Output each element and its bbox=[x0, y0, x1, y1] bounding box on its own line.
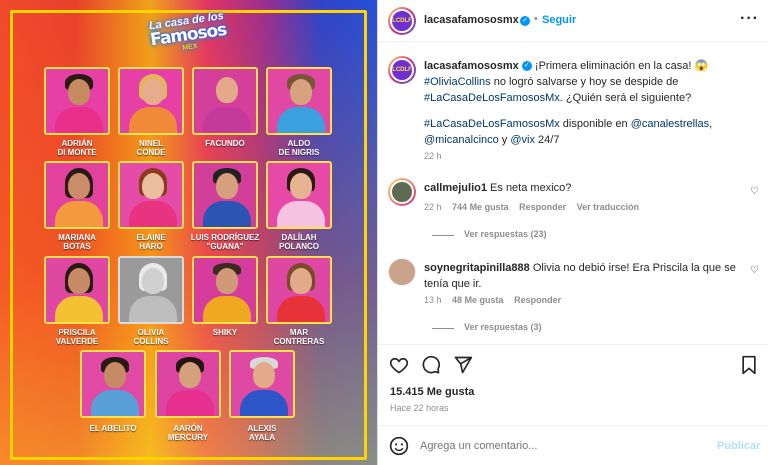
contestant-photo bbox=[118, 161, 184, 229]
hashtag-link[interactable]: #LaCasaDeLosFamososMx bbox=[424, 118, 560, 130]
comment-composer: Publicar bbox=[378, 425, 768, 465]
post-sidebar: LCDLF lacasafamososmx ✓ • Seguir ··· LCD… bbox=[377, 0, 768, 465]
comment-like-heart-icon[interactable]: ♡ bbox=[750, 265, 759, 276]
comment-like-heart-icon[interactable]: ♡ bbox=[750, 186, 759, 197]
comment-likes[interactable]: 744 Me gusta bbox=[452, 202, 509, 212]
contestant-photo bbox=[80, 350, 146, 418]
hashtag-link[interactable]: #LaCasaDeLosFamososMx bbox=[424, 92, 560, 104]
share-send-icon[interactable] bbox=[453, 355, 473, 375]
contestant-name: ALDO DE NIGRIS bbox=[278, 139, 320, 157]
comment-time[interactable]: 22 h bbox=[424, 202, 442, 212]
comment: callmejulio1 Es neta mexico? bbox=[424, 180, 740, 196]
contestant-photo bbox=[192, 256, 258, 324]
contestant-name: DALÍLAH POLANCO bbox=[279, 233, 319, 251]
reply-button[interactable]: Responder bbox=[514, 295, 561, 305]
save-bookmark-icon[interactable] bbox=[740, 355, 758, 375]
replies-divider bbox=[432, 328, 454, 329]
comment-meta: 13 h 48 Me gusta Responder bbox=[424, 295, 561, 305]
contestant-photo bbox=[266, 67, 332, 135]
contestant-photo bbox=[229, 350, 295, 418]
comment-avatar[interactable] bbox=[388, 258, 416, 286]
replies-divider bbox=[432, 235, 454, 236]
comment-input[interactable] bbox=[420, 436, 700, 456]
comment-meta: 22 h 744 Me gusta Responder Ver traducci… bbox=[424, 202, 639, 212]
comment-icon[interactable] bbox=[421, 355, 441, 375]
post-actions bbox=[378, 344, 768, 384]
eliminated-contestant-photo bbox=[118, 256, 184, 324]
verified-badge-icon: ✓ bbox=[521, 61, 532, 72]
reply-button[interactable]: Responder bbox=[519, 202, 566, 212]
follow-button[interactable]: Seguir bbox=[542, 14, 576, 26]
mention-link[interactable]: @micanalcinco bbox=[424, 134, 499, 146]
post-caption: lacasafamososmx ✓ ¡Primera eliminación e… bbox=[424, 60, 713, 146]
contestant-photo bbox=[44, 67, 110, 135]
comment-username[interactable]: callmejulio1 bbox=[424, 182, 487, 194]
comment-username[interactable]: soynegritapinilla888 bbox=[424, 262, 530, 274]
caption-timestamp[interactable]: 22 h bbox=[424, 151, 442, 161]
post-header: LCDLF lacasafamososmx ✓ • Seguir ··· bbox=[378, 0, 768, 42]
comment-time[interactable]: 13 h bbox=[424, 295, 442, 305]
verified-badge-icon: ✓ bbox=[520, 16, 530, 26]
comment: soynegritapinilla888 Olivia no debió irs… bbox=[424, 260, 740, 292]
hashtag-link[interactable]: #OliviaCollins bbox=[424, 76, 491, 88]
likes-count[interactable]: 15.415 Me gusta bbox=[390, 386, 474, 398]
contestant-name: EL ABELITO bbox=[89, 424, 137, 433]
comment-text: Es neta mexico? bbox=[490, 182, 572, 194]
caption-avatar[interactable]: LCDLF bbox=[388, 56, 416, 84]
view-replies-button[interactable]: Ver respuestas (3) bbox=[464, 322, 542, 332]
contestant-photo bbox=[155, 350, 221, 418]
contestant-photo bbox=[118, 67, 184, 135]
mention-link[interactable]: @canalestrellas bbox=[631, 118, 709, 130]
translate-button[interactable]: Ver traducción bbox=[577, 202, 640, 212]
contestant-photo bbox=[44, 161, 110, 229]
publish-button[interactable]: Publicar bbox=[717, 440, 760, 452]
contestant-photo bbox=[192, 67, 258, 135]
view-replies-button[interactable]: Ver respuestas (23) bbox=[464, 229, 547, 239]
contestant-photo bbox=[266, 161, 332, 229]
header-separator: • bbox=[534, 13, 538, 25]
post-image[interactable]: La casa de los Famosos MEX ADRIÁN DI MONT… bbox=[0, 0, 377, 465]
more-horizontal-icon[interactable]: ··· bbox=[740, 10, 759, 28]
post-time-ago[interactable]: Hace 22 horas bbox=[390, 403, 449, 413]
like-heart-icon[interactable] bbox=[389, 355, 409, 375]
comment-avatar[interactable] bbox=[388, 178, 416, 206]
contestant-photo bbox=[192, 161, 258, 229]
caption-username[interactable]: lacasafamososmx bbox=[424, 60, 519, 72]
emoji-icon[interactable] bbox=[389, 436, 409, 456]
header-username[interactable]: lacasafamososmx bbox=[424, 14, 519, 26]
avatar[interactable]: LCDLF bbox=[388, 7, 416, 35]
contestant-photo bbox=[266, 256, 332, 324]
contestant-name: MAR CONTRERAS bbox=[273, 328, 325, 346]
contestant-name: ALEXIS AYALA bbox=[247, 424, 277, 442]
mention-link[interactable]: @vix bbox=[510, 134, 535, 146]
comment-likes[interactable]: 48 Me gusta bbox=[452, 295, 504, 305]
contestant-photo bbox=[44, 256, 110, 324]
